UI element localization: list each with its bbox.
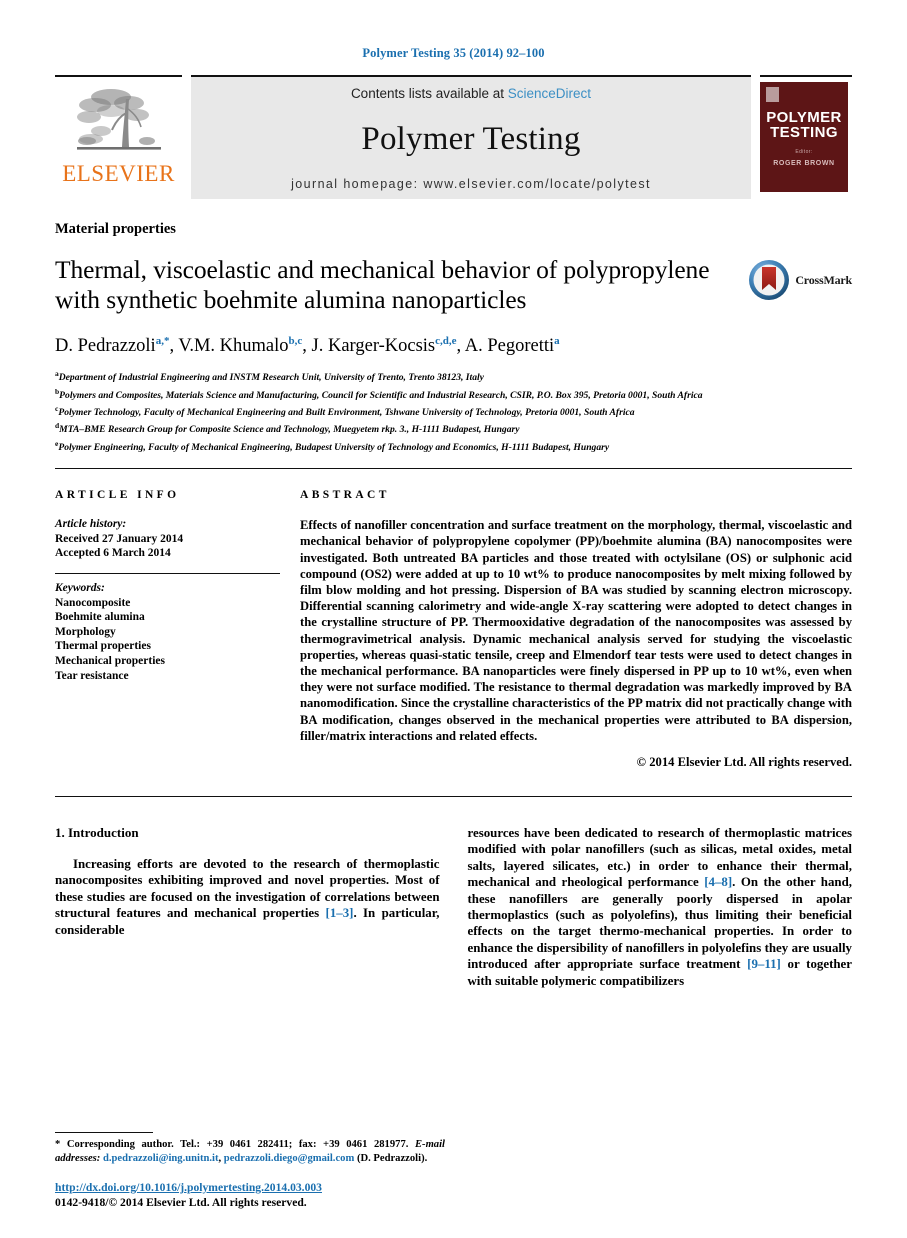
affiliation-a: aDepartment of Industrial Engineering an… [55,367,852,384]
email-link-primary[interactable]: d.pedrazzoli@ing.unitn.it [103,1153,219,1164]
affiliation-c: cPolymer Technology, Faculty of Mechanic… [55,402,852,419]
keyword-item: Boehmite alumina [55,611,145,624]
body-columns: 1. Introduction Increasing efforts are d… [55,825,852,989]
contents-prefix: Contents lists available at [350,86,508,101]
author-1-affil-mark[interactable]: b,c [289,335,303,347]
affiliation-c-text: Polymer Technology, Faculty of Mechanica… [58,407,635,419]
citation-ref-4-8[interactable]: [4–8] [704,875,732,889]
keyword-item: Tear resistance [55,669,129,682]
article-history: Article history: Received 27 January 201… [55,517,280,561]
contents-available-line: Contents lists available at ScienceDirec… [351,86,591,101]
keyword-item: Morphology [55,625,116,638]
author-3-affil-mark[interactable]: a [554,335,560,347]
abstract-copyright: © 2014 Elsevier Ltd. All rights reserved… [636,755,852,770]
affiliation-e: ePolymer Engineering, Faculty of Mechani… [55,437,852,454]
crossmark-badge[interactable]: CrossMark [748,259,852,301]
cover-title: POLYMER TESTING [760,110,848,140]
article-history-label: Article history: [55,518,127,531]
divider-keywords [55,572,280,574]
author-0-affil-mark[interactable]: a,* [156,335,170,347]
intro-paragraph-right: resources have been dedicated to researc… [468,825,853,989]
affiliation-list: aDepartment of Industrial Engineering an… [55,367,852,454]
keyword-item: Mechanical properties [55,654,165,667]
footnote-divider [55,1132,153,1134]
author-list: D. Pedrazzolia,*, V.M. Khumalob,c, J. Ka… [55,335,560,357]
page-title: Thermal, viscoelastic and mechanical beh… [55,255,710,315]
keyword-item: Thermal properties [55,640,151,653]
journal-banner: ELSEVIER Contents lists available at Sci… [55,75,852,199]
introduction-heading: 1. Introduction [55,825,139,841]
affiliation-d-text: MTA–BME Research Group for Composite Sci… [59,424,520,436]
email-owner: (D. Pedrazzoli). [356,1152,428,1164]
journal-banner-center: Contents lists available at ScienceDirec… [191,75,751,199]
body-column-left: 1. Introduction Increasing efforts are d… [55,825,440,989]
doi-link[interactable]: http://dx.doi.org/10.1016/j.polymertesti… [55,1180,475,1195]
crossmark-icon [748,259,790,301]
affiliation-b: bPolymers and Composites, Materials Scie… [55,385,852,402]
article-info-column: ARTICLE INFO Article history: Received 2… [55,489,300,770]
article-accepted-date: Accepted 6 March 2014 [55,547,171,560]
article-info-heading: ARTICLE INFO [55,489,180,502]
article-received-date: Received 27 January 2014 [55,532,184,545]
affiliation-b-text: Polymers and Composites, Materials Scien… [59,389,703,401]
keyword-item: Nanocomposite [55,596,131,609]
journal-title: Polymer Testing [361,120,581,157]
citation-ref-1-3[interactable]: [1–3] [326,906,354,920]
title-row: Thermal, viscoelastic and mechanical beh… [55,255,852,315]
cover-title-line2: TESTING [770,124,838,141]
elsevier-tree-icon [71,83,167,161]
keywords-label: Keywords: [55,581,105,594]
keywords-block: Keywords: Nanocomposite Boehmite alumina… [55,581,280,683]
article-section-label: Material properties [55,221,176,237]
corresponding-author-footnote: * Corresponding author. Tel.: +39 0461 2… [55,1132,445,1165]
abstract-heading: ABSTRACT [300,489,390,502]
journal-homepage-link[interactable]: journal homepage: www.elsevier.com/locat… [291,177,651,191]
running-head: Polymer Testing 35 (2014) 92–100 [362,46,545,60]
email-link-secondary[interactable]: pedrazzoli.diego@gmail.com [224,1153,354,1164]
elsevier-wordmark: ELSEVIER [62,161,175,186]
intro-paragraph-left: Increasing efforts are devoted to the re… [55,856,440,938]
journal-cover-block: POLYMER TESTING Editor: ROGER BROWN [760,75,852,199]
author-0: D. Pedrazzolia,* [55,335,170,357]
body-column-right: resources have been dedicated to researc… [468,825,853,989]
journal-cover-thumbnail: POLYMER TESTING Editor: ROGER BROWN [760,82,848,192]
author-1-name: V.M. Khumalo [178,336,289,357]
author-3-name: A. Pegoretti [464,336,555,357]
cover-editor-name: ROGER BROWN [773,160,835,167]
sciencedirect-link[interactable]: ScienceDirect [508,86,591,101]
divider-below-abstract [55,796,852,798]
affiliation-d: dMTA–BME Research Group for Composite Sc… [55,419,852,436]
footnote-text: * Corresponding author. Tel.: +39 0461 2… [55,1139,445,1164]
cover-publisher-icon [766,87,779,102]
cover-editor-label: Editor: [795,149,813,155]
divider-above-info [55,468,852,470]
article-first-page: Polymer Testing 35 (2014) 92–100 ELSEVIE… [0,0,907,1238]
publisher-logo-block: ELSEVIER [55,75,182,199]
author-1: V.M. Khumalob,c [178,335,303,357]
author-0-name: D. Pedrazzoli [55,336,156,357]
crossmark-label: CrossMark [795,272,852,287]
doi-block: http://dx.doi.org/10.1016/j.polymertesti… [55,1180,475,1210]
citation-ref-9-11[interactable]: [9–11] [747,957,781,971]
affiliation-e-text: Polymer Engineering, Faculty of Mechanic… [58,441,610,453]
cover-title-line1: POLYMER [766,109,842,126]
corresponding-author-line: * Corresponding author. Tel.: +39 0461 2… [55,1139,409,1151]
affiliation-a-text: Department of Industrial Engineering and… [58,372,484,384]
abstract-column: ABSTRACT Effects of nanofiller concentra… [300,489,852,770]
author-2-affil-mark[interactable]: c,d,e [435,335,456,347]
abstract-text: Effects of nanofiller concentration and … [300,518,852,743]
info-abstract-block: ARTICLE INFO Article history: Received 2… [55,489,852,770]
author-3: A. Pegorettia [464,335,560,357]
issn-copyright-line: 0142-9418/© 2014 Elsevier Ltd. All right… [55,1196,307,1209]
author-2-name: J. Karger-Kocsis [311,336,436,357]
author-2: J. Karger-Kocsisc,d,e [311,335,457,357]
